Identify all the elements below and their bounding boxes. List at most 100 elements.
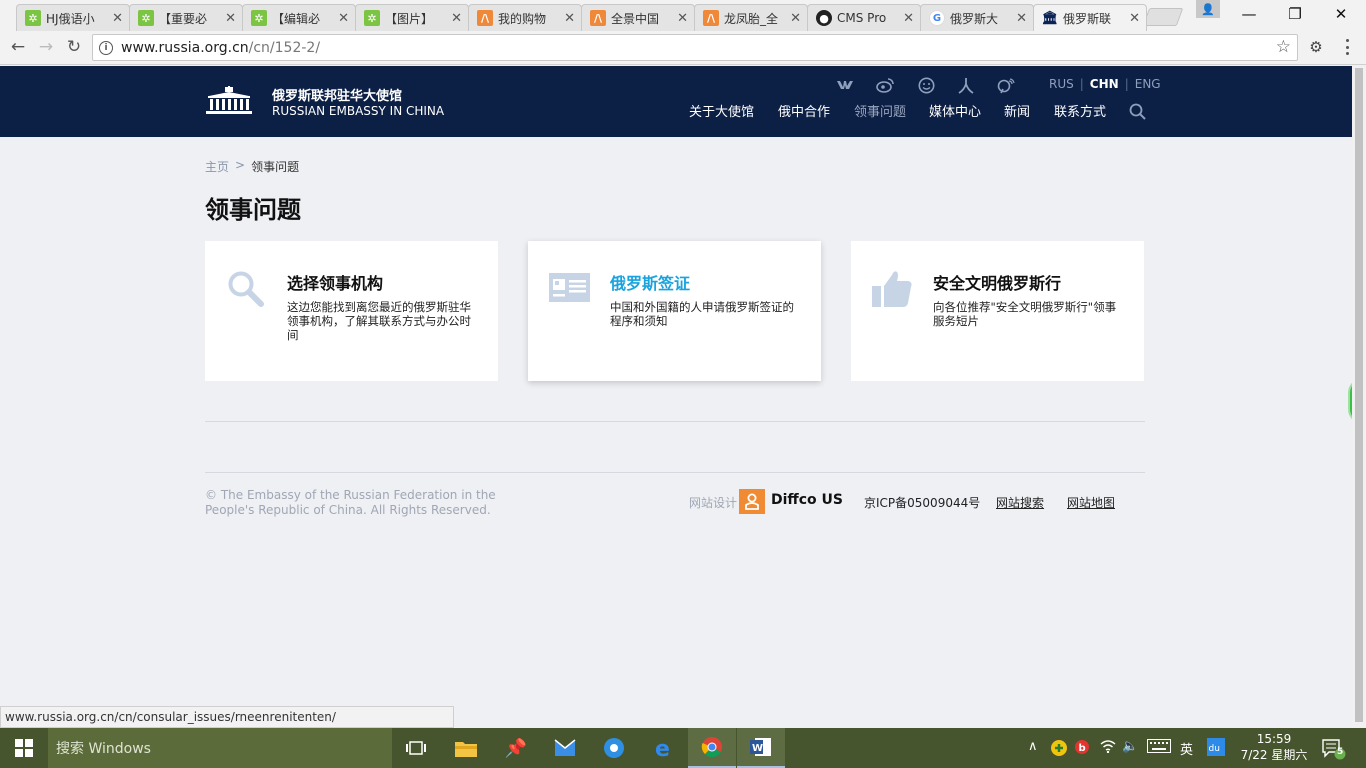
breadcrumb: 主页 > 领事问题 [205,158,299,175]
card-russian-visa[interactable]: 俄罗斯签证 中国和外国籍的人申请俄罗斯签证的程序和须知 [528,241,821,381]
nav-contact[interactable]: 联系方式 [1054,101,1106,120]
browser-tab[interactable]: ✲ HJ俄语小 ✕ [16,4,130,31]
close-tab-icon[interactable]: ✕ [677,11,688,26]
svg-text:W: W [752,743,763,754]
google-icon: G [929,10,945,26]
podcast-icon[interactable] [996,76,1016,94]
nav-news[interactable]: 新闻 [1004,101,1030,120]
browser-tab[interactable]: ✲ 【编辑必 ✕ [242,4,356,31]
minimize-button[interactable]: — [1226,3,1272,25]
hj-icon: ✲ [251,10,267,26]
browser-tab[interactable]: ✲ 【图片】 ✕ [355,4,469,31]
tray-app-icon[interactable] [1050,739,1068,761]
back-button[interactable]: ← [7,36,29,58]
close-tab-icon[interactable]: ✕ [1016,11,1027,26]
browser-tab[interactable]: /\ 全景中国 ✕ [581,4,695,31]
design-label: 网站设计 [689,496,738,510]
baidu-icon[interactable]: du [1207,738,1225,760]
card-description: 这边您能找到离您最近的俄罗斯驻华领事机构，了解其联系方式与办公时间 [287,300,471,342]
browser-tab[interactable]: /\ 龙凤胎_全 ✕ [694,4,808,31]
lang-eng[interactable]: ENG [1135,77,1161,91]
brand-name-en[interactable]: RUSSIAN EMBASSY IN CHINA [272,104,444,118]
breadcrumb-home[interactable]: 主页 [205,158,229,175]
lang-separator: | [1079,77,1084,91]
card-description: 向各位推荐"安全文明俄罗斯行"领事服务短片 [933,300,1117,328]
card-safe-travel[interactable]: 安全文明俄罗斯行 向各位推荐"安全文明俄罗斯行"领事服务短片 [851,241,1144,381]
address-bar[interactable]: i www.russia.org.cn/cn/152-2/ ☆ [92,34,1298,61]
tray-chevron-icon[interactable]: ∧ [1028,739,1038,754]
close-tab-icon[interactable]: ✕ [564,11,575,26]
smiley-icon[interactable] [916,76,936,94]
browser-tab[interactable]: ✲ 【重要必 ✕ [129,4,243,31]
pinned-app-icon[interactable]: 📌 [492,728,540,768]
lang-rus[interactable]: RUS [1049,77,1074,91]
search-icon[interactable] [1129,103,1146,120]
card-title[interactable]: 选择领事机构 [287,270,383,294]
nav-cooperation[interactable]: 俄中合作 [778,101,830,120]
vk-icon[interactable] [835,76,855,94]
close-tab-icon[interactable]: ✕ [112,11,123,26]
close-tab-icon[interactable]: ✕ [903,11,914,26]
word-icon[interactable]: W [737,728,785,768]
taskbar-search-box[interactable]: 搜索 Windows [48,728,392,768]
file-explorer-icon[interactable] [442,728,490,768]
designer-name[interactable]: Diffco US [771,492,843,508]
restore-button[interactable]: ❐ [1272,3,1318,25]
ime-indicator[interactable]: 英 [1180,739,1193,758]
keyboard-icon[interactable] [1147,739,1171,757]
new-tab-button[interactable] [1142,8,1184,26]
nav-media-center[interactable]: 媒体中心 [929,101,981,120]
browser-tab[interactable]: /\ 我的购物 ✕ [468,4,582,31]
svg-text:e: e [655,737,670,759]
volume-icon[interactable]: 🔈 [1122,739,1138,754]
nav-consular-issues[interactable]: 领事问题 [854,101,906,120]
card-consular-office[interactable]: 选择领事机构 这边您能找到离您最近的俄罗斯驻华领事机构，了解其联系方式与办公时间 [205,241,498,381]
browser-tab[interactable]: ● CMS Pro ✕ [807,4,921,31]
tab-title: 【图片】 [385,11,434,26]
card-title[interactable]: 安全文明俄罗斯行 [933,270,1061,294]
wifi-icon[interactable] [1100,739,1116,757]
browser-toolbar: ← → ↻ i www.russia.org.cn/cn/152-2/ ☆ ⚙ [0,31,1366,65]
renren-icon[interactable] [956,76,976,94]
close-tab-icon[interactable]: ✕ [1129,11,1140,26]
browser-menu-icon[interactable] [1342,37,1352,57]
profile-icon[interactable]: 👤 [1196,0,1220,18]
forward-button[interactable]: → [35,36,57,58]
close-tab-icon[interactable]: ✕ [338,11,349,26]
close-window-button[interactable]: ✕ [1318,3,1364,25]
weibo-icon[interactable] [875,76,895,94]
edge-icon[interactable]: e [640,728,688,768]
chrome-icon[interactable] [688,728,736,768]
action-center-icon[interactable]: 5 [1322,738,1346,760]
tab-title: 我的购物 [498,11,547,26]
browser-tab[interactable]: G 俄罗斯大 ✕ [920,4,1034,31]
site-info-icon[interactable]: i [99,40,113,55]
nav-about-embassy[interactable]: 关于大使馆 [689,101,754,120]
windows-start-button[interactable] [0,728,48,768]
mail-app-icon[interactable] [541,728,589,768]
extension-icon[interactable]: ⚙ [1307,38,1325,56]
breadcrumb-current: 领事问题 [251,160,300,174]
app-circle-icon[interactable] [590,728,638,768]
footer-link-site-map[interactable]: 网站地图 [1067,494,1115,511]
brand-name-cn[interactable]: 俄罗斯联邦驻华大使馆 [272,85,402,104]
beats-icon[interactable]: b [1074,739,1090,759]
browser-tab-active[interactable]: 🏛 俄罗斯联 ✕ [1033,4,1147,31]
reload-button[interactable]: ↻ [63,36,85,58]
icp-number[interactable]: 京ICP备05009044号 [864,494,980,511]
scrollbar-thumb[interactable] [1355,68,1363,722]
lang-chn[interactable]: CHN [1090,77,1119,91]
footer-link-site-search[interactable]: 网站搜索 [996,494,1044,511]
close-tab-icon[interactable]: ✕ [451,11,462,26]
svg-text:du: du [1209,744,1220,754]
bookmark-star-icon[interactable]: ☆ [1276,37,1291,57]
page-scrollbar[interactable] [1352,66,1366,728]
taskbar-clock[interactable]: 15:59 7/22 星期六 [1232,731,1316,763]
tab-title: 俄罗斯联 [1063,11,1112,26]
diffco-logo-icon[interactable] [739,489,765,514]
close-tab-icon[interactable]: ✕ [790,11,801,26]
task-view-icon[interactable] [392,728,440,768]
card-title[interactable]: 俄罗斯签证 [610,270,690,294]
embassy-logo-icon[interactable] [205,86,253,116]
close-tab-icon[interactable]: ✕ [225,11,236,26]
